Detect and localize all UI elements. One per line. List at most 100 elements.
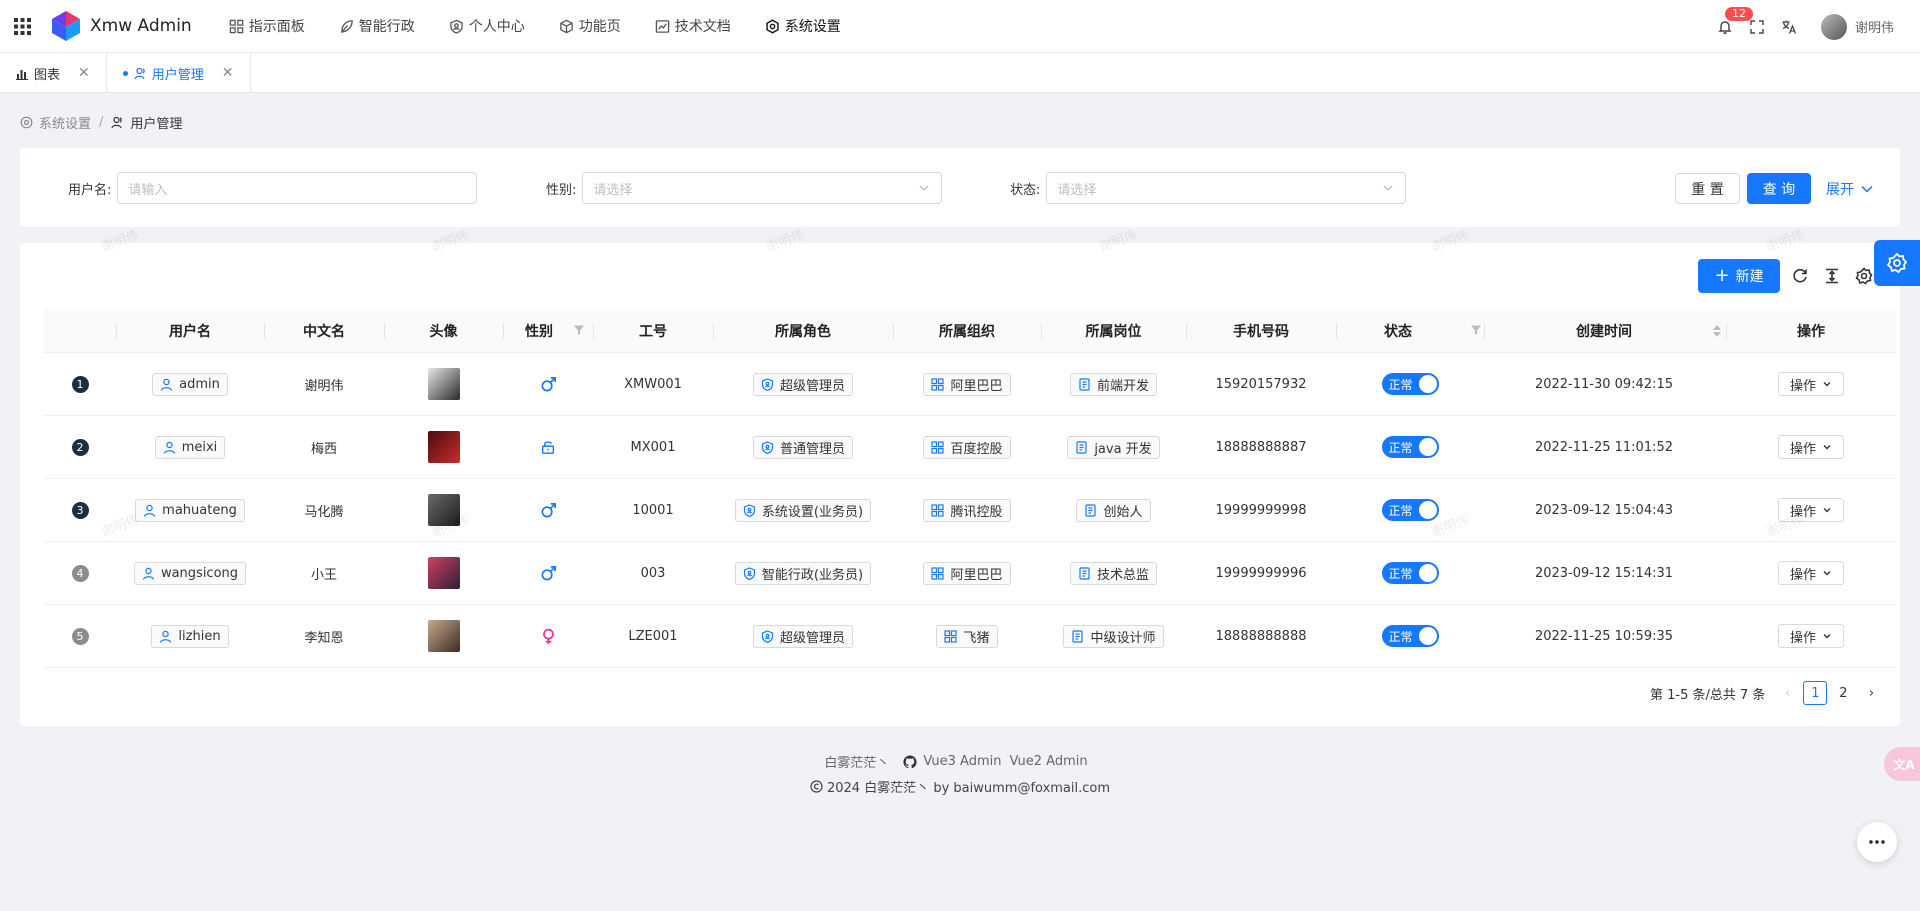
fullscreen-icon [1750,19,1764,34]
cn-name-cell: 梅西 [310,441,337,457]
app-logo[interactable]: Xmw Admin [50,10,192,42]
gender-placeholder: 请选择 [593,182,633,198]
action-cell: 操作 [1726,605,1896,667]
table-row: 5 lizhien 李知恩 LZE001 超级管理员 飞猪 中级设计师 1888… [44,605,1896,668]
action-dropdown[interactable]: 操作 [1778,561,1844,585]
action-dropdown[interactable]: 操作 [1778,372,1844,396]
language-button[interactable] [1773,0,1805,53]
gender-select[interactable]: 请选择 [582,172,943,204]
pagination-summary: 第 1-5 条/总共 7 条 [1650,687,1766,703]
post-tag: 中级设计师 [1063,624,1164,648]
avatar [1820,13,1847,40]
post-cell: 前端开发 [1041,353,1186,415]
close-icon[interactable]: ✕ [222,65,234,81]
theme-settings-button[interactable] [1874,240,1920,286]
status-switch[interactable]: 正常 [1381,499,1439,521]
nav-settings[interactable]: 系统设置 [748,0,858,53]
org-tag: 阿里巴巴 [923,372,1011,396]
org-cell: 飞猪 [893,605,1041,667]
avatar-cell [384,542,503,604]
action-dropdown[interactable]: 操作 [1778,498,1844,522]
breadcrumb-parent[interactable]: 系统设置 [39,113,91,132]
page-1[interactable]: 1 [1803,681,1828,705]
filter-icon[interactable] [573,324,585,336]
avatar[interactable] [427,557,460,589]
col-username: 用户名 [169,324,211,340]
status-switch[interactable]: 正常 [1381,625,1439,647]
table-header: 用户名 中文名 头像 性别 工号 所属角色 所属组织 所属岗位 手机号码 状态 … [44,309,1896,353]
phone-cell: 15920157932 [1215,376,1307,392]
avatar[interactable] [427,620,460,652]
status-switch[interactable]: 正常 [1381,436,1439,458]
tab-user-management[interactable]: 用户管理 ✕ [107,53,251,93]
page-2[interactable]: 2 [1831,681,1855,705]
status-switch[interactable]: 正常 [1381,373,1439,395]
post-cell: 中级设计师 [1041,605,1186,667]
status-select[interactable]: 请选择 [1046,172,1407,204]
status-cell: 正常 [1336,416,1484,478]
action-dropdown[interactable]: 操作 [1778,624,1844,648]
close-icon[interactable]: ✕ [78,65,90,81]
gear-icon [1886,252,1908,274]
footer-link-vue3[interactable]: Vue3 Admin [923,754,1001,769]
status-switch[interactable]: 正常 [1381,562,1439,584]
action-dropdown[interactable]: 操作 [1778,435,1844,459]
post-text: 技术总监 [1096,567,1149,583]
col-action: 操作 [1797,324,1825,340]
user-menu[interactable]: 谢明伟 [1820,13,1894,40]
next-page-icon[interactable]: › [1859,681,1883,705]
avatar[interactable] [427,368,460,400]
status-text: 正常 [1388,629,1413,644]
status-text: 正常 [1388,377,1413,392]
action-cell: 操作 [1726,479,1896,541]
nav-profile[interactable]: 个人中心 [432,0,542,53]
role-tag: 普通管理员 [752,435,853,459]
role-cell: 系统设置(业务员) [713,479,893,541]
nav-docs[interactable]: 技术文档 [638,0,748,53]
translate-float-button[interactable]: 文A [1884,747,1920,781]
avatar[interactable] [427,494,460,526]
username-input[interactable]: 请输入 [117,172,478,204]
username-cell: lizhien [116,605,264,667]
user-table-card: + 新建 用户名 中文名 头像 性别 工号 所属角色 所属组织 所属岗位 手机号… [20,243,1900,726]
username-cell: meixi [116,416,264,478]
nav-features[interactable]: 功能页 [542,0,638,53]
org-cell: 腾讯控股 [893,479,1041,541]
role-text: 超级管理员 [779,630,845,646]
prev-page-icon[interactable]: ‹ [1775,681,1799,705]
avatar[interactable] [427,431,460,463]
column-settings-button[interactable] [1855,267,1873,285]
action-label: 操作 [1789,441,1816,457]
density-button[interactable] [1823,267,1841,285]
post-cell: 创始人 [1041,479,1186,541]
tab-chart[interactable]: 图表 ✕ [0,53,107,93]
sort-icon[interactable] [1712,323,1722,339]
reset-button[interactable]: 重 置 [1675,173,1740,204]
expand-button[interactable]: 展开 [1826,179,1874,199]
app-grid-icon[interactable] [0,0,44,53]
nav-label: 个人中心 [468,19,525,35]
leaf-icon [339,19,354,34]
org-text: 飞猪 [963,630,990,646]
github-icon[interactable] [903,754,917,769]
male-icon [540,502,557,519]
more-button[interactable] [1857,822,1897,862]
query-button[interactable]: 查 询 [1747,173,1811,204]
user-name: 谢明伟 [1854,21,1894,36]
status-cell: 正常 [1336,605,1484,667]
dashboard-icon [229,19,244,34]
nav-dashboard[interactable]: 指示面板 [212,0,322,53]
fullscreen-button[interactable] [1741,0,1773,53]
notification-button[interactable]: 12 [1709,0,1753,53]
username-text: admin [179,376,220,392]
post-tag: 技术总监 [1069,561,1157,585]
refresh-button[interactable] [1791,267,1809,285]
status-text: 正常 [1388,566,1413,581]
new-button[interactable]: + 新建 [1698,259,1780,293]
bar-chart-icon [16,67,29,80]
filter-icon[interactable] [1470,324,1482,336]
nav-admin[interactable]: 智能行政 [322,0,432,53]
username-placeholder: 请输入 [128,182,168,198]
footer-link-vue2[interactable]: Vue2 Admin [1010,754,1088,769]
chevron-down-icon [1816,442,1832,452]
